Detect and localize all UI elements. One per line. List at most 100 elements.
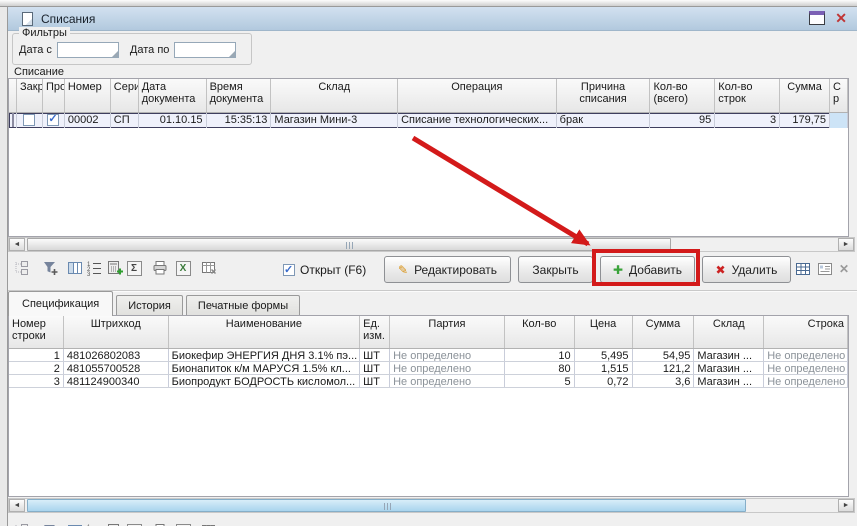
sum-cell[interactable]: 54,95: [633, 349, 695, 361]
col-posted[interactable]: Про: [43, 79, 65, 112]
spec-row[interactable]: 3 481124900340 Биопродукт БОДРОСТЬ кисло…: [9, 375, 848, 388]
col-store[interactable]: Склад: [271, 79, 398, 112]
barcode-cell[interactable]: 481026802083: [64, 349, 169, 361]
series-cell[interactable]: СП: [111, 113, 139, 128]
row-indicator-cell[interactable]: [9, 113, 17, 128]
number-cell[interactable]: 00002: [65, 113, 111, 128]
posted-checkbox[interactable]: [47, 114, 59, 126]
store-cell[interactable]: Магазин ...: [694, 362, 764, 374]
date-from-input[interactable]: [57, 42, 119, 58]
scroll-right-icon[interactable]: ►: [838, 499, 854, 512]
delete-button[interactable]: ✖ Удалить: [702, 256, 791, 283]
sum-cell[interactable]: 179,75: [780, 113, 830, 128]
line-no-cell[interactable]: 3: [9, 375, 64, 387]
col-doc-date[interactable]: Дата документа: [139, 79, 207, 112]
price-cell[interactable]: 0,72: [575, 375, 633, 387]
calculator-add-icon[interactable]: [107, 260, 123, 276]
spec-row[interactable]: 2 481055700528 Бионапиток к/м МАРУСЯ 1.5…: [9, 362, 848, 375]
col-operation[interactable]: Операция: [398, 79, 557, 112]
col-batch[interactable]: Партия: [390, 316, 505, 348]
excel-export-icon[interactable]: X: [175, 260, 191, 276]
col-closed[interactable]: Закр: [17, 79, 43, 112]
row-cell[interactable]: Не определено: [764, 375, 848, 387]
batch-cell[interactable]: Не определено: [390, 375, 505, 387]
col-qty-total[interactable]: Кол-во (всего): [650, 79, 715, 112]
name-cell[interactable]: Биопродукт БОДРОСТЬ кисломол...: [169, 375, 361, 387]
doc-time-cell[interactable]: 15:35:13: [207, 113, 272, 128]
store-cell[interactable]: Магазин ...: [694, 349, 764, 361]
col-doc-time[interactable]: Время документа: [207, 79, 272, 112]
barcode-cell[interactable]: 481055700528: [64, 362, 169, 374]
qty-total-cell[interactable]: 95: [650, 113, 715, 128]
col-reason[interactable]: Причина списания: [557, 79, 651, 112]
col-price[interactable]: Цена: [575, 316, 633, 348]
scroll-left-icon[interactable]: ◄: [9, 238, 25, 251]
close-doc-button[interactable]: Закрыть: [518, 256, 593, 283]
col-row-count[interactable]: Кол-во строк: [715, 79, 780, 112]
qty-cell[interactable]: 5: [505, 375, 575, 387]
grid-view-icon[interactable]: [795, 261, 811, 277]
col-store[interactable]: Склад: [694, 316, 764, 348]
unit-cell[interactable]: ШТ: [360, 349, 390, 361]
store-cell[interactable]: Магазин Мини-3: [271, 113, 398, 128]
spec-row[interactable]: 1 481026802083 Биокефир ЭНЕРГИЯ ДНЯ 3.1%…: [9, 349, 848, 362]
row-cell[interactable]: Не определено: [764, 349, 848, 361]
scrollbar-thumb[interactable]: [27, 499, 746, 512]
operation-cell[interactable]: Списание технологических...: [398, 113, 557, 128]
sum-icon[interactable]: Σ: [126, 260, 142, 276]
qty-cell[interactable]: 10: [505, 349, 575, 361]
store-cell[interactable]: Магазин ...: [694, 375, 764, 387]
row-count-cell[interactable]: 3: [715, 113, 780, 128]
line-no-cell[interactable]: 2: [9, 362, 64, 374]
print-icon[interactable]: [152, 260, 168, 276]
scroll-right-icon[interactable]: ►: [838, 238, 854, 251]
tab-history[interactable]: История: [116, 295, 183, 316]
reason-cell[interactable]: брак: [557, 113, 651, 128]
sum-cell[interactable]: 121,2: [633, 362, 695, 374]
filter-icon[interactable]: [42, 260, 58, 276]
col-line-no[interactable]: Номер строки: [9, 316, 64, 348]
price-cell[interactable]: 1,515: [575, 362, 633, 374]
qty-cell[interactable]: 80: [505, 362, 575, 374]
maximize-icon[interactable]: [809, 11, 825, 25]
col-sum[interactable]: Сумма: [780, 79, 830, 112]
closed-checkbox[interactable]: [23, 114, 35, 126]
writeoff-row[interactable]: 00002 СП 01.10.15 15:35:13 Магазин Мини-…: [9, 113, 848, 128]
col-extra[interactable]: С р: [830, 79, 848, 112]
add-button[interactable]: ✚ Добавить: [600, 256, 695, 283]
row-cell[interactable]: Не определено: [764, 362, 848, 374]
posted-cell[interactable]: [43, 113, 65, 128]
unit-cell[interactable]: ШТ: [360, 375, 390, 387]
panel-close-icon[interactable]: ✕: [839, 262, 849, 276]
scrollbar-thumb[interactable]: [27, 238, 671, 251]
details-view-icon[interactable]: [817, 261, 833, 277]
extra-cell[interactable]: [830, 113, 848, 128]
barcode-cell[interactable]: 481124900340: [64, 375, 169, 387]
tree-view-icon[interactable]: [13, 260, 29, 276]
close-icon[interactable]: ✕: [835, 11, 847, 25]
numbered-list-icon[interactable]: 123: [86, 260, 102, 276]
open-checkbox[interactable]: [283, 264, 295, 276]
name-cell[interactable]: Бионапиток к/м МАРУСЯ 1.5% кл...: [169, 362, 361, 374]
closed-cell[interactable]: [17, 113, 43, 128]
table-remove-icon[interactable]: [201, 260, 217, 276]
col-qty[interactable]: Кол-во: [505, 316, 575, 348]
col-series[interactable]: Сери: [111, 79, 139, 112]
batch-cell[interactable]: Не определено: [390, 349, 505, 361]
col-row[interactable]: Строка: [764, 316, 848, 348]
batch-cell[interactable]: Не определено: [390, 362, 505, 374]
sum-cell[interactable]: 3,6: [633, 375, 695, 387]
edit-button[interactable]: ✎ Редактировать: [384, 256, 511, 283]
col-unit[interactable]: Ед. изм.: [360, 316, 390, 348]
line-no-cell[interactable]: 1: [9, 349, 64, 361]
price-cell[interactable]: 5,495: [575, 349, 633, 361]
tab-specification[interactable]: Спецификация: [8, 291, 113, 316]
unit-cell[interactable]: ШТ: [360, 362, 390, 374]
date-to-input[interactable]: [174, 42, 236, 58]
doc-date-cell[interactable]: 01.10.15: [139, 113, 207, 128]
col-barcode[interactable]: Штрихкод: [64, 316, 169, 348]
tab-print-forms[interactable]: Печатные формы: [186, 295, 300, 316]
col-sum[interactable]: Сумма: [633, 316, 695, 348]
col-number[interactable]: Номер: [65, 79, 111, 112]
scroll-left-icon[interactable]: ◄: [9, 499, 25, 512]
